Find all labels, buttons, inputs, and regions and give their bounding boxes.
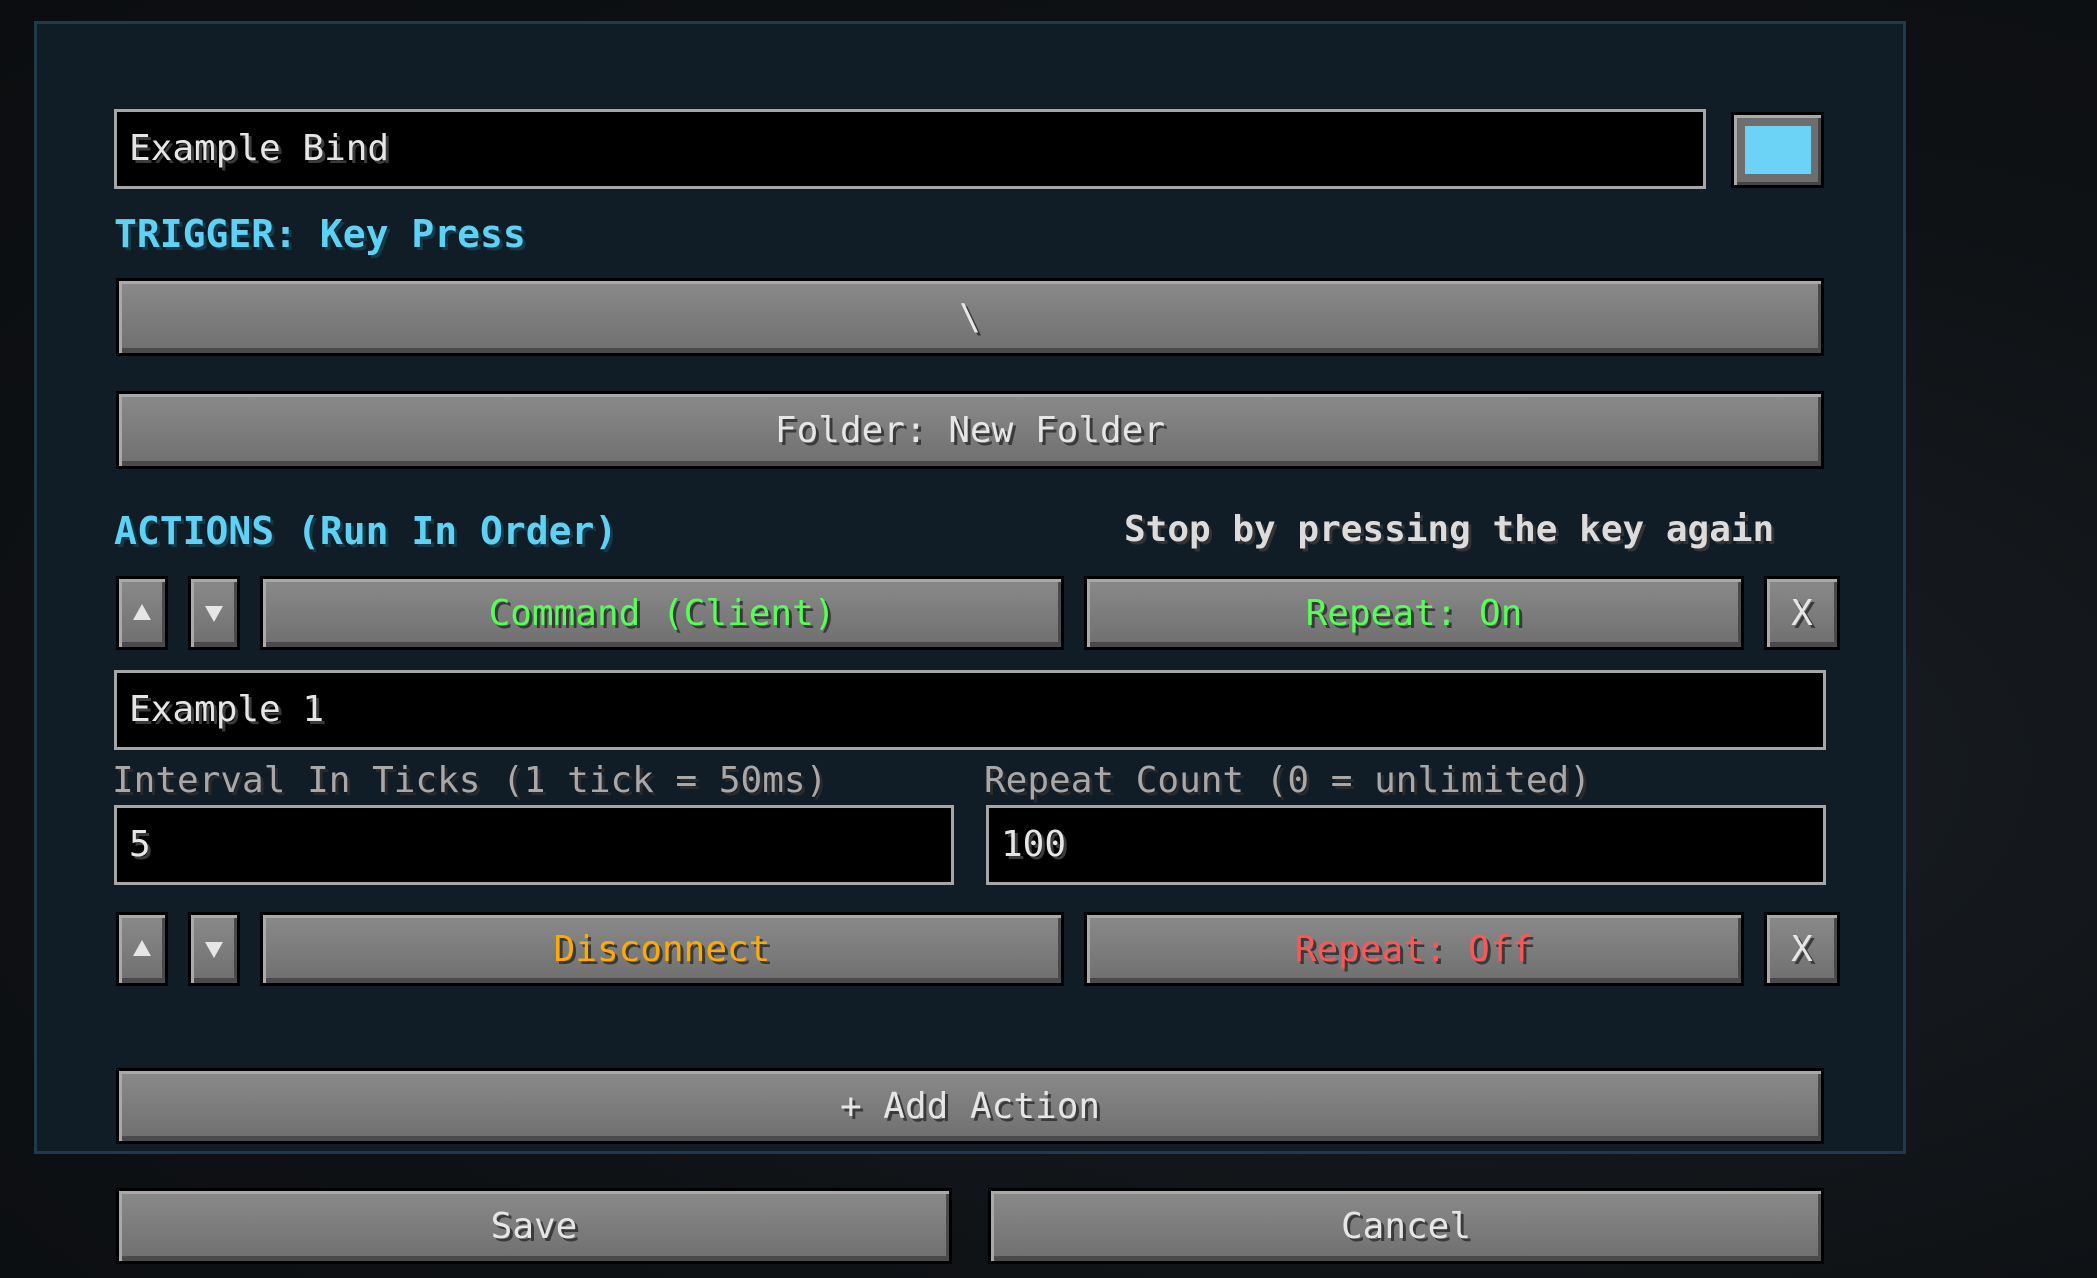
close-icon: X [1791, 592, 1813, 634]
arrow-down-icon [205, 942, 223, 958]
trigger-key-label: \ [959, 296, 981, 338]
action-1-remove-button[interactable]: X [1764, 576, 1840, 650]
folder-label: Folder: New Folder [774, 409, 1166, 451]
color-picker-button[interactable] [1731, 112, 1824, 188]
action-2-type-button[interactable]: Disconnect [260, 912, 1064, 986]
interval-input[interactable]: 5 [114, 805, 954, 885]
arrow-up-icon [133, 940, 151, 956]
action-2-repeat-toggle[interactable]: Repeat: Off [1084, 912, 1744, 986]
trigger-heading: TRIGGER: Key Press [114, 212, 526, 256]
action-2-remove-button[interactable]: X [1764, 912, 1840, 986]
cancel-button[interactable]: Cancel [988, 1188, 1824, 1264]
folder-button[interactable]: Folder: New Folder [116, 391, 1824, 469]
save-label: Save [490, 1205, 578, 1247]
repeat-count-value: 100 [1001, 824, 1067, 865]
repeat-count-label: Repeat Count (0 = unlimited) [984, 760, 1591, 801]
color-swatch [1744, 126, 1811, 174]
interval-label: Interval In Ticks (1 tick = 50ms) [112, 760, 828, 801]
action-1-repeat-toggle[interactable]: Repeat: On [1084, 576, 1744, 650]
action-1-type-button[interactable]: Command (Client) [260, 576, 1064, 650]
action-1-command-value: Example 1 [129, 689, 325, 730]
action-1-type-label: Command (Client) [488, 592, 836, 634]
trigger-key-button[interactable]: \ [116, 278, 1824, 356]
arrow-down-icon [205, 606, 223, 622]
action-1-move-down-button[interactable] [188, 576, 240, 650]
bind-name-value: Example Bind [129, 128, 390, 169]
cancel-label: Cancel [1340, 1205, 1472, 1247]
add-action-button[interactable]: + Add Action [116, 1068, 1824, 1144]
arrow-up-icon [133, 604, 151, 620]
bind-name-input[interactable]: Example Bind [114, 109, 1706, 189]
action-1-command-input[interactable]: Example 1 [114, 670, 1826, 750]
save-button[interactable]: Save [116, 1188, 952, 1264]
action-2-move-down-button[interactable] [188, 912, 240, 986]
action-1-move-up-button[interactable] [116, 576, 168, 650]
actions-heading: ACTIONS (Run In Order) [114, 509, 618, 553]
action-1-repeat-label: Repeat: On [1305, 592, 1523, 634]
actions-stop-hint: Stop by pressing the key again [1124, 509, 1775, 550]
action-2-type-label: Disconnect [553, 928, 771, 970]
interval-value: 5 [129, 824, 151, 865]
action-2-move-up-button[interactable] [116, 912, 168, 986]
add-action-label: + Add Action [839, 1085, 1101, 1127]
action-2-repeat-label: Repeat: Off [1294, 928, 1534, 970]
close-icon: X [1791, 928, 1813, 970]
repeat-count-input[interactable]: 100 [986, 805, 1826, 885]
